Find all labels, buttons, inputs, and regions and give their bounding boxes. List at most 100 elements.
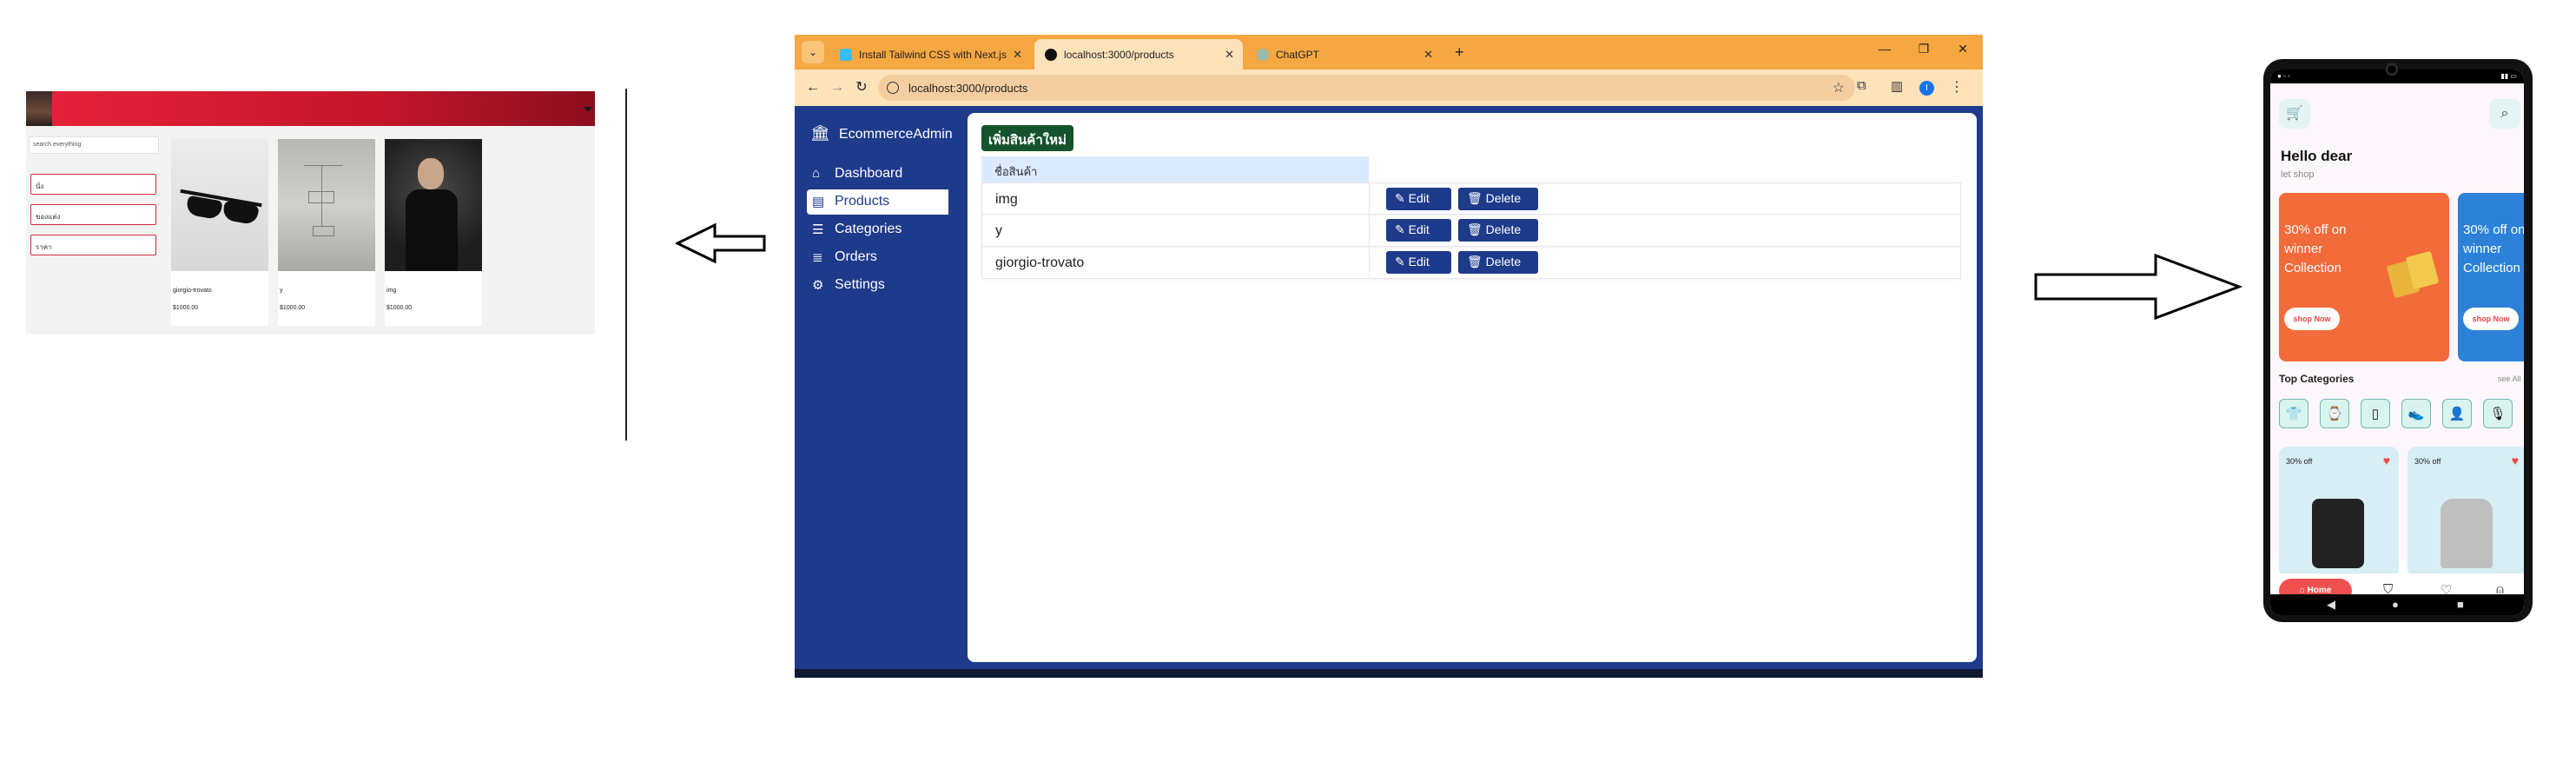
product-name: y [280, 288, 283, 294]
trash-icon: 🗑 [1467, 255, 1486, 268]
discount-badge: 30% off [2286, 457, 2313, 466]
product-card[interactable]: 30% off ♥ [2279, 447, 2399, 577]
tab-search-dropdown[interactable]: ⌄ [802, 41, 824, 63]
back-arrow-icon[interactable]: ← [803, 78, 822, 97]
minimize-icon[interactable]: — [1872, 42, 1898, 56]
close-icon[interactable]: ✕ [1013, 48, 1022, 62]
browser-tab-active[interactable]: localhost:3000/products ✕ [1034, 39, 1243, 70]
delete-button[interactable]: 🗑 Delete [1458, 219, 1538, 242]
reload-icon[interactable]: ↻ [852, 78, 871, 97]
product-card[interactable]: 30% off ♥ [2408, 447, 2524, 577]
url-text[interactable]: localhost:3000/products [908, 82, 1027, 95]
recents-square-icon[interactable]: ■ [2457, 598, 2464, 611]
chevron-down-icon[interactable] [584, 107, 592, 112]
category-filter-item[interactable]: ของแต่ง [30, 204, 156, 225]
sidebar-item-products[interactable]: ▤ Products [807, 189, 948, 215]
forward-arrow-icon[interactable]: → [828, 78, 847, 97]
phone-frame: ● ◦ ◦ ▮▮ ▭ 🛒 ⌕ Hello dear let shop 30% o… [2263, 59, 2533, 622]
product-card[interactable]: img $1000.00 [385, 139, 482, 326]
avatar[interactable] [26, 91, 52, 126]
search-input[interactable]: search everything [29, 136, 159, 154]
sidebar-item-dashboard[interactable]: ⌂ Dashboard [807, 162, 948, 187]
shop-now-button[interactable]: shop Now [2463, 308, 2519, 330]
store-icon: 🏛 [810, 124, 830, 142]
edit-label: Edit [1408, 191, 1430, 205]
shirt-icon[interactable]: 👕 [2279, 399, 2308, 428]
add-product-button[interactable]: เพิ่มสินค้าใหม่ [981, 125, 1073, 151]
sidebar-item-settings[interactable]: ⚙ Settings [807, 273, 948, 298]
table-row: giorgio-trovato ✎ Edit 🗑 Delete [981, 247, 1961, 279]
person-icon[interactable]: 👤 [2442, 399, 2472, 428]
browser-toolbar: ← → ↻ localhost:3000/products ☆ ⧉ ▥ I ⋮ [795, 70, 1983, 106]
product-name: y [995, 223, 1002, 238]
stack-icon: ≣ [812, 250, 823, 265]
promo-text: 30% off on winner Collection [2463, 222, 2524, 275]
bookmark-star-icon[interactable]: ☆ [1833, 79, 1845, 96]
greeting-subtitle: let shop [2281, 169, 2315, 180]
sidebar-item-categories[interactable]: ☰ Categories [807, 217, 948, 242]
product-price: $1000.00 [386, 305, 413, 311]
close-icon[interactable]: ✕ [1423, 48, 1433, 62]
delete-label: Delete [1485, 222, 1522, 236]
back-triangle-icon[interactable]: ◀ [2327, 598, 2335, 612]
promo-banner[interactable]: 30% off on winner Collection shop Now [2458, 193, 2524, 361]
mic-icon[interactable]: 🎙 [2483, 399, 2513, 428]
side-panel-icon[interactable]: ▥ [1891, 78, 1903, 94]
restore-icon[interactable]: ❐ [1911, 42, 1937, 56]
product-price: $1000.00 [173, 305, 199, 311]
category-filter-item[interactable]: นั่ง [30, 174, 156, 195]
sidebar-item-label: Settings [835, 277, 885, 292]
kebab-menu-icon[interactable]: ⋮ [1950, 78, 1964, 96]
edit-button[interactable]: ✎ Edit [1386, 219, 1451, 242]
shop-app: 🛒 ⌕ Hello dear let shop 30% off on winne… [2270, 83, 2524, 608]
home-circle-icon[interactable]: ● [2392, 598, 2399, 611]
search-icon[interactable]: ⌕ [2489, 99, 2520, 129]
category-filter-item[interactable]: ราคา [30, 235, 156, 255]
sidebar-item-orders[interactable]: ≣ Orders [807, 245, 948, 270]
new-tab-button[interactable]: + [1455, 43, 1464, 62]
product-image-sunglasses [171, 139, 268, 271]
tab-bar: ⌄ Install Tailwind CSS with Next.js ✕ lo… [795, 35, 1983, 70]
edit-button[interactable]: ✎ Edit [1386, 188, 1451, 210]
profile-avatar[interactable]: I [1919, 81, 1934, 96]
gear-icon: ⚙ [812, 278, 824, 293]
edit-icon: ✎ [1395, 191, 1409, 205]
android-nav-bar: ◀ ● ■ [2270, 594, 2524, 615]
edit-button[interactable]: ✎ Edit [1386, 251, 1451, 274]
promo-banner[interactable]: 30% off on winner Collection shop Now [2279, 193, 2449, 361]
edit-label: Edit [1408, 222, 1430, 236]
right-arrow-icon [2034, 253, 2242, 321]
address-bar[interactable]: localhost:3000/products ☆ [878, 75, 1855, 101]
shop-now-button[interactable]: shop Now [2284, 308, 2340, 330]
edit-icon: ✎ [1395, 222, 1409, 236]
watch-icon[interactable]: ⌚ [2320, 399, 2349, 428]
phone-screen: ● ◦ ◦ ▮▮ ▭ 🛒 ⌕ Hello dear let shop 30% o… [2270, 70, 2524, 615]
product-card[interactable]: giorgio-trovato $1000.00 [171, 139, 268, 326]
nextjs-icon [1045, 49, 1057, 61]
extensions-icon[interactable]: ⧉ [1857, 78, 1866, 93]
site-info-icon[interactable] [887, 82, 899, 94]
close-window-icon[interactable]: ✕ [1950, 42, 1976, 56]
signal-icon: ● ◦ ◦ [2277, 72, 2290, 80]
cart-icon[interactable]: 🛒 [2279, 99, 2310, 129]
product-price: $1000.00 [280, 305, 306, 311]
admin-brand[interactable]: EcommerceAdmin [839, 127, 953, 142]
phone-icon[interactable]: ▯ [2361, 399, 2390, 428]
delete-button[interactable]: 🗑 Delete [1458, 251, 1538, 274]
close-icon[interactable]: ✕ [1225, 48, 1234, 62]
heart-icon[interactable]: ♥ [2512, 454, 2519, 467]
home-icon: ⌂ [812, 166, 821, 181]
table-row: img ✎ Edit 🗑 Delete [981, 182, 1961, 215]
shoe-icon[interactable]: 👟 [2401, 399, 2431, 428]
trash-icon: 🗑 [1467, 191, 1486, 205]
camera-notch [2386, 63, 2398, 76]
browser-tab[interactable]: ChatGPT ✕ [1246, 39, 1442, 70]
delete-button[interactable]: 🗑 Delete [1458, 188, 1538, 210]
product-card[interactable]: y $1000.00 [278, 139, 375, 326]
section-title: Top Categories [2279, 373, 2355, 385]
delete-label: Delete [1485, 255, 1522, 268]
see-all-link[interactable]: see All [2498, 374, 2521, 383]
browser-tab[interactable]: Install Tailwind CSS with Next.js ✕ [829, 39, 1031, 70]
sidebar-item-label: Orders [835, 249, 877, 264]
heart-icon[interactable]: ♥ [2383, 454, 2390, 467]
